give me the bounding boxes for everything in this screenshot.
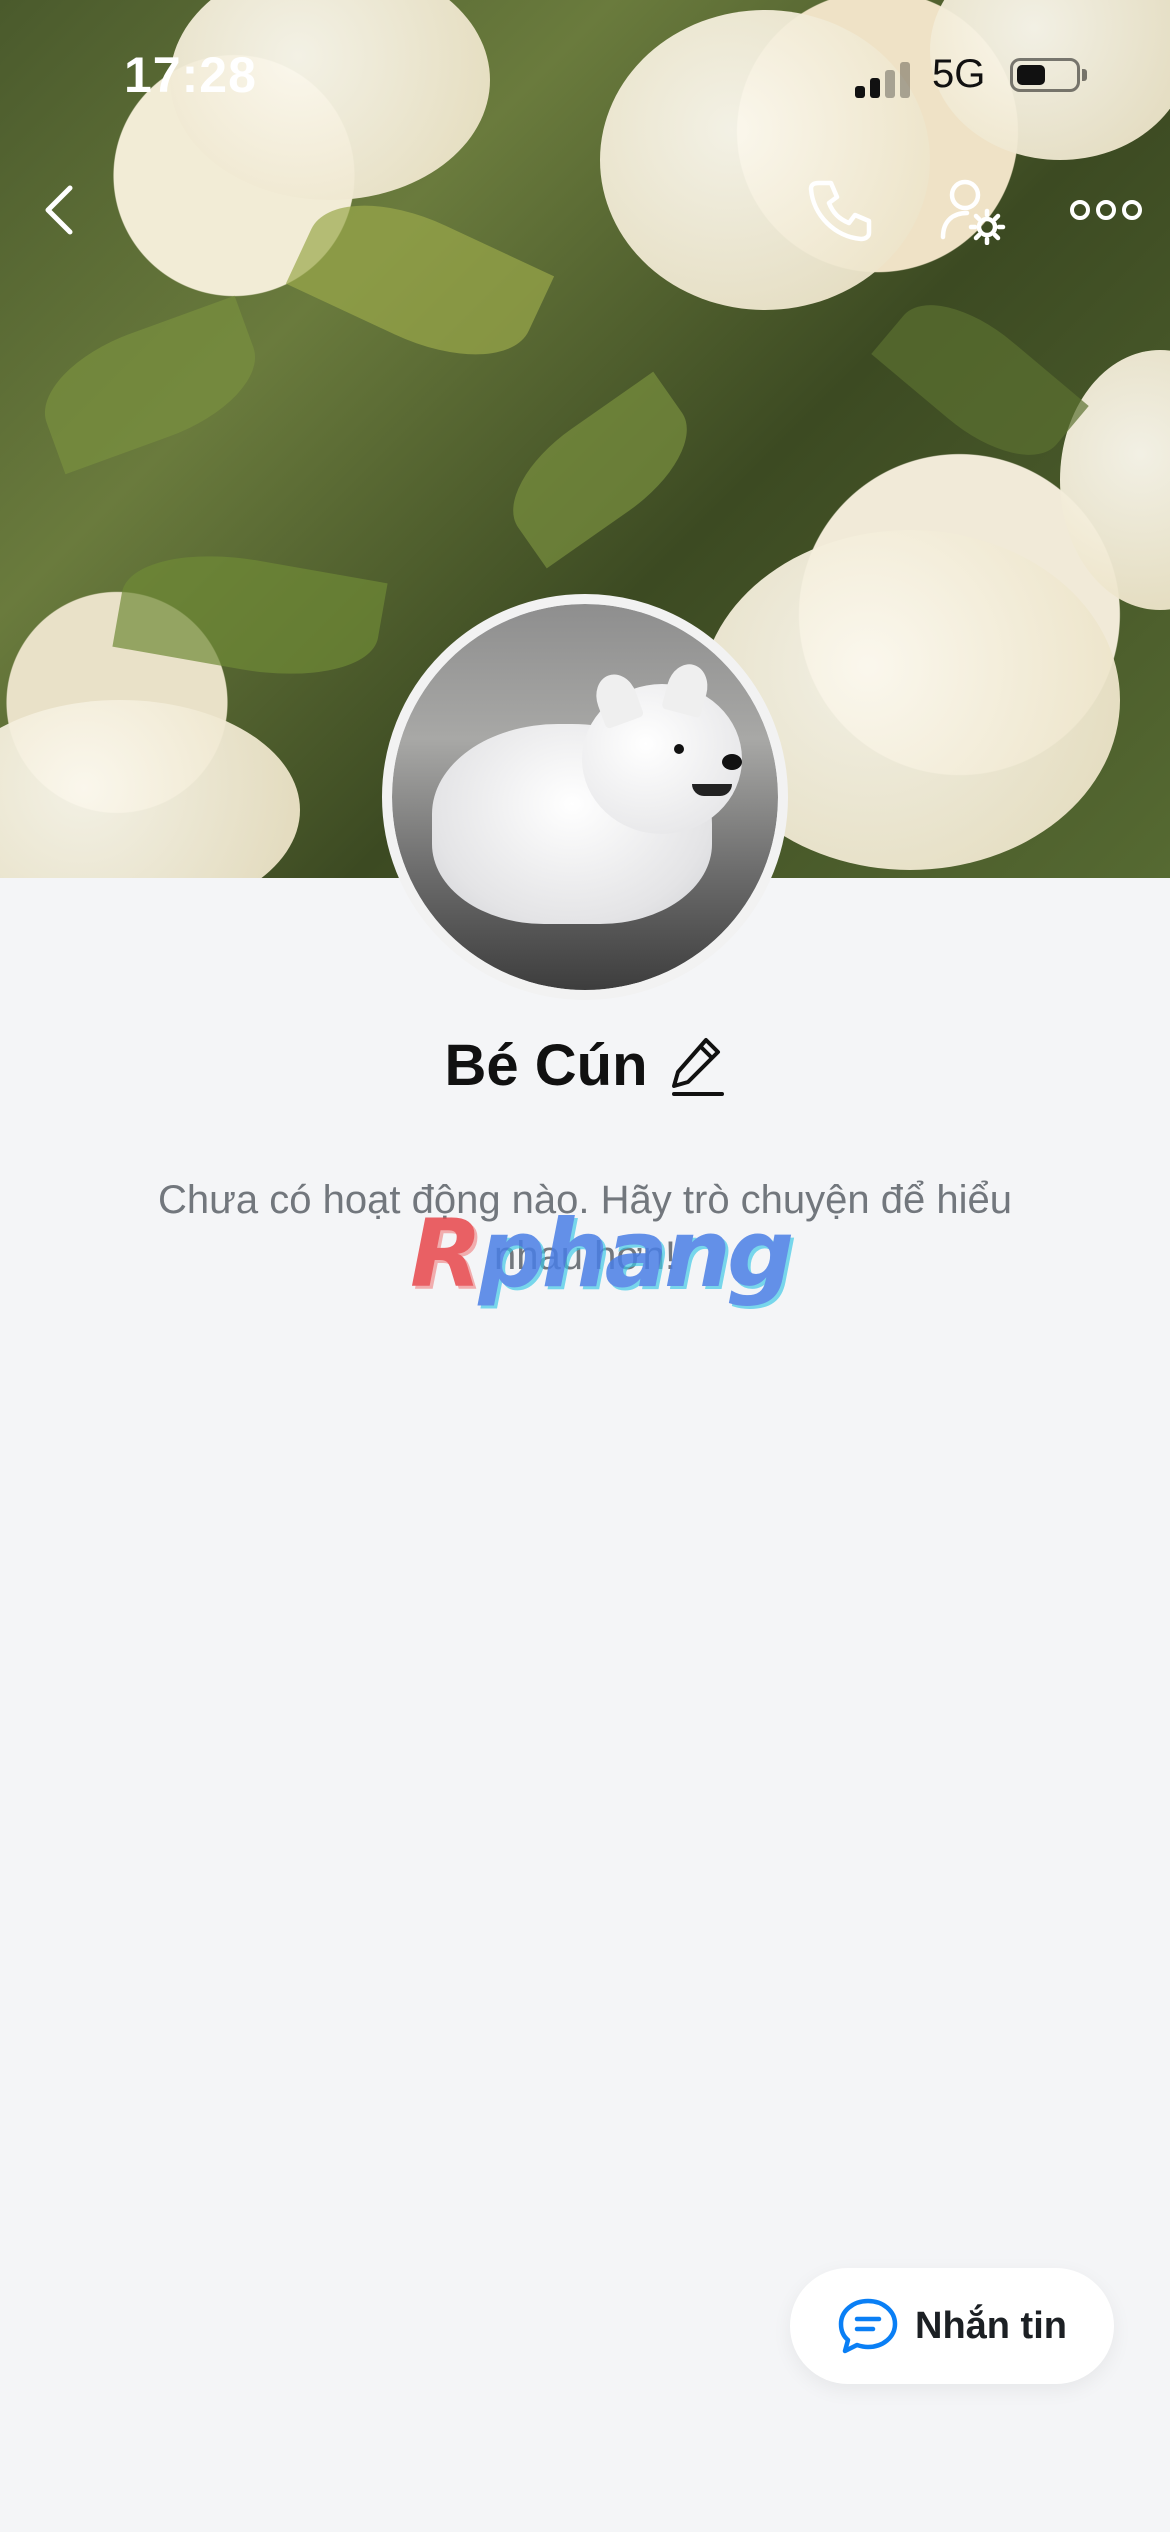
cover-flower [1060, 350, 1170, 610]
cover-leaf [871, 277, 1089, 483]
cover-leaf [285, 174, 555, 386]
user-settings-icon [940, 179, 1006, 245]
call-button[interactable] [800, 170, 880, 250]
dog-nose [722, 754, 742, 770]
signal-icon [855, 62, 915, 98]
more-dots-icon [1070, 200, 1142, 220]
cover-leaf [27, 295, 273, 475]
cover-leaf [112, 538, 388, 692]
cover-flower [0, 700, 300, 878]
phone-icon [808, 180, 872, 242]
status-bar: 17:28 5G [0, 0, 1170, 150]
status-time: 17:28 [124, 47, 257, 103]
avatar-photo [392, 604, 778, 990]
profile-name-row: Bé Cún [0, 1030, 1170, 1100]
pencil-icon[interactable] [670, 1034, 726, 1096]
back-button[interactable] [20, 170, 100, 250]
dog-mouth [692, 784, 732, 796]
cover-leaf [489, 371, 711, 569]
send-message-button[interactable]: Nhắn tin [790, 2268, 1114, 2384]
user-settings-button[interactable] [932, 170, 1012, 250]
dog-eye [674, 744, 684, 754]
network-type: 5G [932, 52, 986, 96]
profile-name: Bé Cún [444, 1032, 648, 1098]
watermark-initial: R [410, 1200, 482, 1309]
chevron-left-icon [45, 185, 73, 235]
avatar[interactable] [382, 594, 788, 1000]
more-button[interactable] [1066, 170, 1146, 250]
battery-icon [1010, 58, 1087, 92]
chat-bubble-icon [838, 2298, 898, 2354]
watermark: Rphang [410, 1205, 794, 1305]
send-message-label: Nhắn tin [915, 2304, 1067, 2347]
watermark-rest: phang [478, 1200, 794, 1309]
